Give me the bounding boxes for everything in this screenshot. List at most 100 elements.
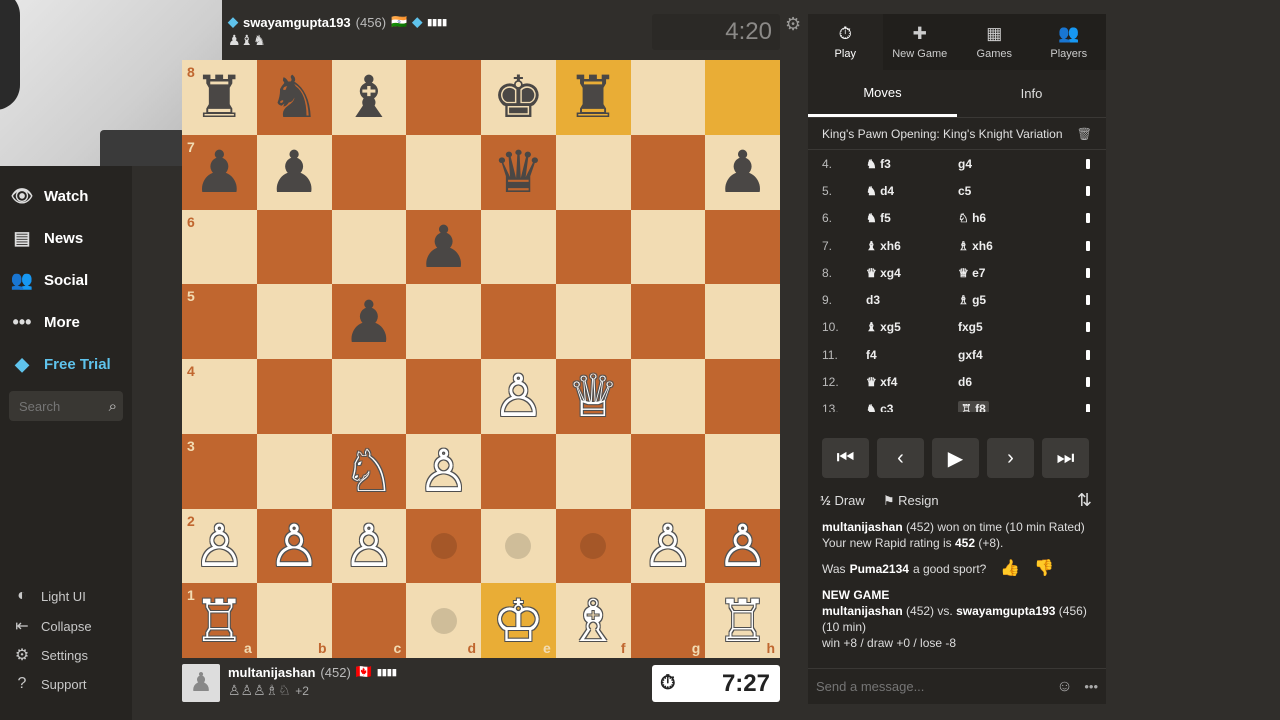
- nav-settings[interactable]: ⚙ Settings: [12, 645, 88, 665]
- square-e8[interactable]: ♚: [481, 60, 556, 135]
- square-g4[interactable]: [630, 359, 706, 434]
- square-d6[interactable]: ♟: [406, 209, 481, 285]
- square-b1[interactable]: b: [256, 583, 332, 658]
- black-move[interactable]: c5: [958, 184, 1050, 198]
- square-d2[interactable]: [406, 508, 481, 584]
- white-piece[interactable]: ♙: [418, 442, 470, 500]
- white-move[interactable]: ♞ f3: [866, 157, 958, 171]
- black-piece[interactable]: ♜: [193, 68, 245, 126]
- next-move-button[interactable]: ›: [987, 438, 1034, 478]
- square-h6[interactable]: [705, 209, 780, 285]
- square-a5[interactable]: 5: [182, 284, 257, 359]
- tab-info[interactable]: Info: [957, 70, 1106, 117]
- chat-winner-name[interactable]: multanijashan: [822, 520, 903, 534]
- white-piece[interactable]: ♖: [717, 592, 769, 650]
- thumbs-down-icon[interactable]: 👎: [1034, 561, 1054, 577]
- square-g5[interactable]: [630, 284, 706, 359]
- white-piece[interactable]: ♙: [492, 367, 544, 425]
- avatar[interactable]: ♟: [182, 664, 220, 702]
- ng-player1[interactable]: multanijashan: [822, 604, 903, 618]
- white-move[interactable]: ♛ xf4: [866, 375, 958, 389]
- nav-more[interactable]: ••• More: [10, 312, 80, 333]
- legal-move-dot[interactable]: [505, 532, 532, 559]
- square-b3[interactable]: [256, 433, 332, 509]
- square-f1[interactable]: f ♗: [555, 583, 631, 658]
- black-piece[interactable]: ♟: [193, 143, 245, 201]
- square-h5[interactable]: [705, 284, 780, 359]
- flip-board-icon[interactable]: ⇅: [1077, 490, 1092, 511]
- square-a4[interactable]: 4: [182, 359, 257, 434]
- ng-player2[interactable]: swayamgupta193: [956, 604, 1055, 618]
- tab-play[interactable]: ⏱ Play: [808, 14, 883, 70]
- emoji-icon[interactable]: ☺: [1056, 678, 1072, 695]
- play-button[interactable]: ▶: [932, 438, 979, 478]
- square-f3[interactable]: [555, 433, 631, 509]
- tab-games[interactable]: ▦ Games: [957, 14, 1032, 70]
- square-d4[interactable]: [406, 359, 481, 434]
- square-a8[interactable]: 8 ♜: [182, 60, 257, 135]
- bottom-player-name[interactable]: multanijashan: [228, 665, 315, 680]
- square-a6[interactable]: 6: [182, 209, 257, 285]
- square-b7[interactable]: ♟: [256, 134, 332, 210]
- square-g2[interactable]: ♙: [630, 508, 706, 584]
- draw-button[interactable]: ½ Draw: [820, 493, 865, 508]
- white-move[interactable]: d3: [866, 293, 958, 307]
- black-move[interactable]: g4: [958, 157, 1050, 171]
- square-c4[interactable]: [331, 359, 407, 434]
- black-move[interactable]: ♗ xh6: [958, 239, 1050, 253]
- square-e2[interactable]: [481, 508, 556, 584]
- square-g3[interactable]: [630, 433, 706, 509]
- resign-button[interactable]: ⚑ Resign: [883, 493, 939, 509]
- white-move[interactable]: ♛ xg4: [866, 266, 958, 280]
- white-move[interactable]: ♝ xh6: [866, 239, 958, 253]
- nav-news[interactable]: ▤ News: [10, 228, 83, 249]
- square-h8[interactable]: [705, 60, 780, 135]
- white-piece[interactable]: ♙: [343, 517, 395, 575]
- tab-new-game[interactable]: ✚ New Game: [883, 14, 958, 70]
- square-a2[interactable]: 2 ♙: [182, 508, 257, 584]
- tab-moves[interactable]: Moves: [808, 70, 957, 117]
- nav-watch[interactable]: 👁 Watch: [10, 186, 89, 207]
- white-piece[interactable]: ♖: [193, 592, 245, 650]
- black-piece[interactable]: ♟: [268, 143, 320, 201]
- nav-collapse[interactable]: ⇤ Collapse: [12, 616, 91, 636]
- square-b5[interactable]: [256, 284, 332, 359]
- square-f2[interactable]: [555, 508, 631, 584]
- white-piece[interactable]: ♙: [268, 517, 320, 575]
- black-move[interactable]: gxf4: [958, 348, 1050, 362]
- square-e6[interactable]: [481, 209, 556, 285]
- black-piece[interactable]: ♝: [343, 68, 395, 126]
- top-player-name[interactable]: swayamgupta193: [243, 15, 351, 30]
- square-e4[interactable]: ♙: [481, 359, 556, 434]
- square-e1[interactable]: e ♔: [481, 583, 556, 658]
- white-piece[interactable]: ♙: [642, 517, 694, 575]
- square-c2[interactable]: ♙: [331, 508, 407, 584]
- more-options-icon[interactable]: •••: [1084, 679, 1098, 694]
- black-piece[interactable]: ♜: [567, 68, 619, 126]
- good-sport-name[interactable]: Puma2134: [850, 561, 909, 577]
- square-h7[interactable]: ♟: [705, 134, 780, 210]
- black-move[interactable]: ♕ e7: [958, 266, 1050, 280]
- black-move[interactable]: fxg5: [958, 320, 1050, 334]
- square-g7[interactable]: [630, 134, 706, 210]
- square-h4[interactable]: [705, 359, 780, 434]
- black-piece[interactable]: ♞: [268, 68, 320, 126]
- square-b6[interactable]: [256, 209, 332, 285]
- square-g6[interactable]: [630, 209, 706, 285]
- square-c5[interactable]: ♟: [331, 284, 407, 359]
- search-input[interactable]: [19, 398, 89, 414]
- square-b8[interactable]: ♞: [256, 60, 332, 135]
- search-icon[interactable]: ⌕: [109, 398, 117, 415]
- search-box[interactable]: ⌕: [9, 391, 123, 421]
- square-a3[interactable]: 3: [182, 433, 257, 509]
- white-piece[interactable]: ♙: [193, 517, 245, 575]
- nav-support[interactable]: ? Support: [12, 675, 87, 693]
- message-input[interactable]: [816, 679, 1016, 694]
- black-piece[interactable]: ♟: [717, 143, 769, 201]
- square-h3[interactable]: [705, 433, 780, 509]
- square-d1[interactable]: d: [406, 583, 481, 658]
- first-move-button[interactable]: ⏮: [822, 438, 869, 478]
- top-player-name-row[interactable]: ◆ swayamgupta193 (456) 🇮🇳 ◆ ▮▮▮▮: [228, 14, 447, 30]
- square-f8[interactable]: ♜: [555, 60, 631, 135]
- square-f7[interactable]: [555, 134, 631, 210]
